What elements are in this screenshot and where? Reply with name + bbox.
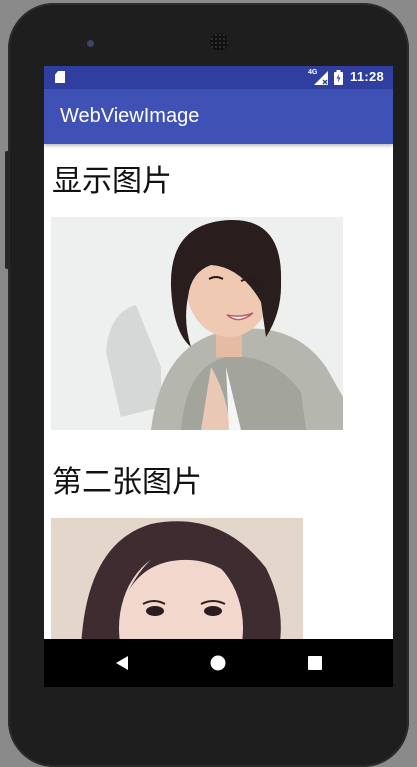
photo-woman-short-hair-drawing — [51, 217, 343, 430]
back-icon — [116, 656, 128, 670]
app-bar: WebViewImage — [44, 89, 393, 144]
photo-woman-long-hair-drawing — [51, 518, 303, 639]
battery-icon — [334, 70, 343, 85]
device-screen: 4G 11:28 WebViewImage 显示图片 第二张图片 — [44, 66, 393, 687]
recents-button[interactable] — [285, 639, 345, 687]
heading-second-image: 第二张图片 — [52, 465, 202, 500]
signal-icon — [314, 71, 328, 85]
earpiece-speaker — [210, 33, 228, 51]
status-bar: 4G 11:28 — [44, 66, 393, 89]
volume-button — [5, 151, 9, 269]
home-icon — [210, 655, 226, 671]
home-button[interactable] — [188, 639, 248, 687]
photo-woman-long-hair[interactable] — [51, 518, 303, 639]
clock: 11:28 — [350, 69, 385, 84]
app-title: WebViewImage — [60, 105, 200, 127]
recents-icon — [308, 656, 322, 670]
photo-woman-short-hair[interactable] — [51, 217, 343, 430]
navigation-bar — [44, 639, 393, 687]
heading-first-image: 显示图片 — [52, 164, 172, 199]
back-button[interactable] — [92, 639, 152, 687]
phone-frame: 4G 11:28 WebViewImage 显示图片 第二张图片 — [5, 3, 409, 767]
front-camera — [87, 40, 94, 47]
sd-card-icon — [55, 71, 65, 83]
webview-content[interactable]: 显示图片 第二张图片 — [44, 144, 393, 639]
